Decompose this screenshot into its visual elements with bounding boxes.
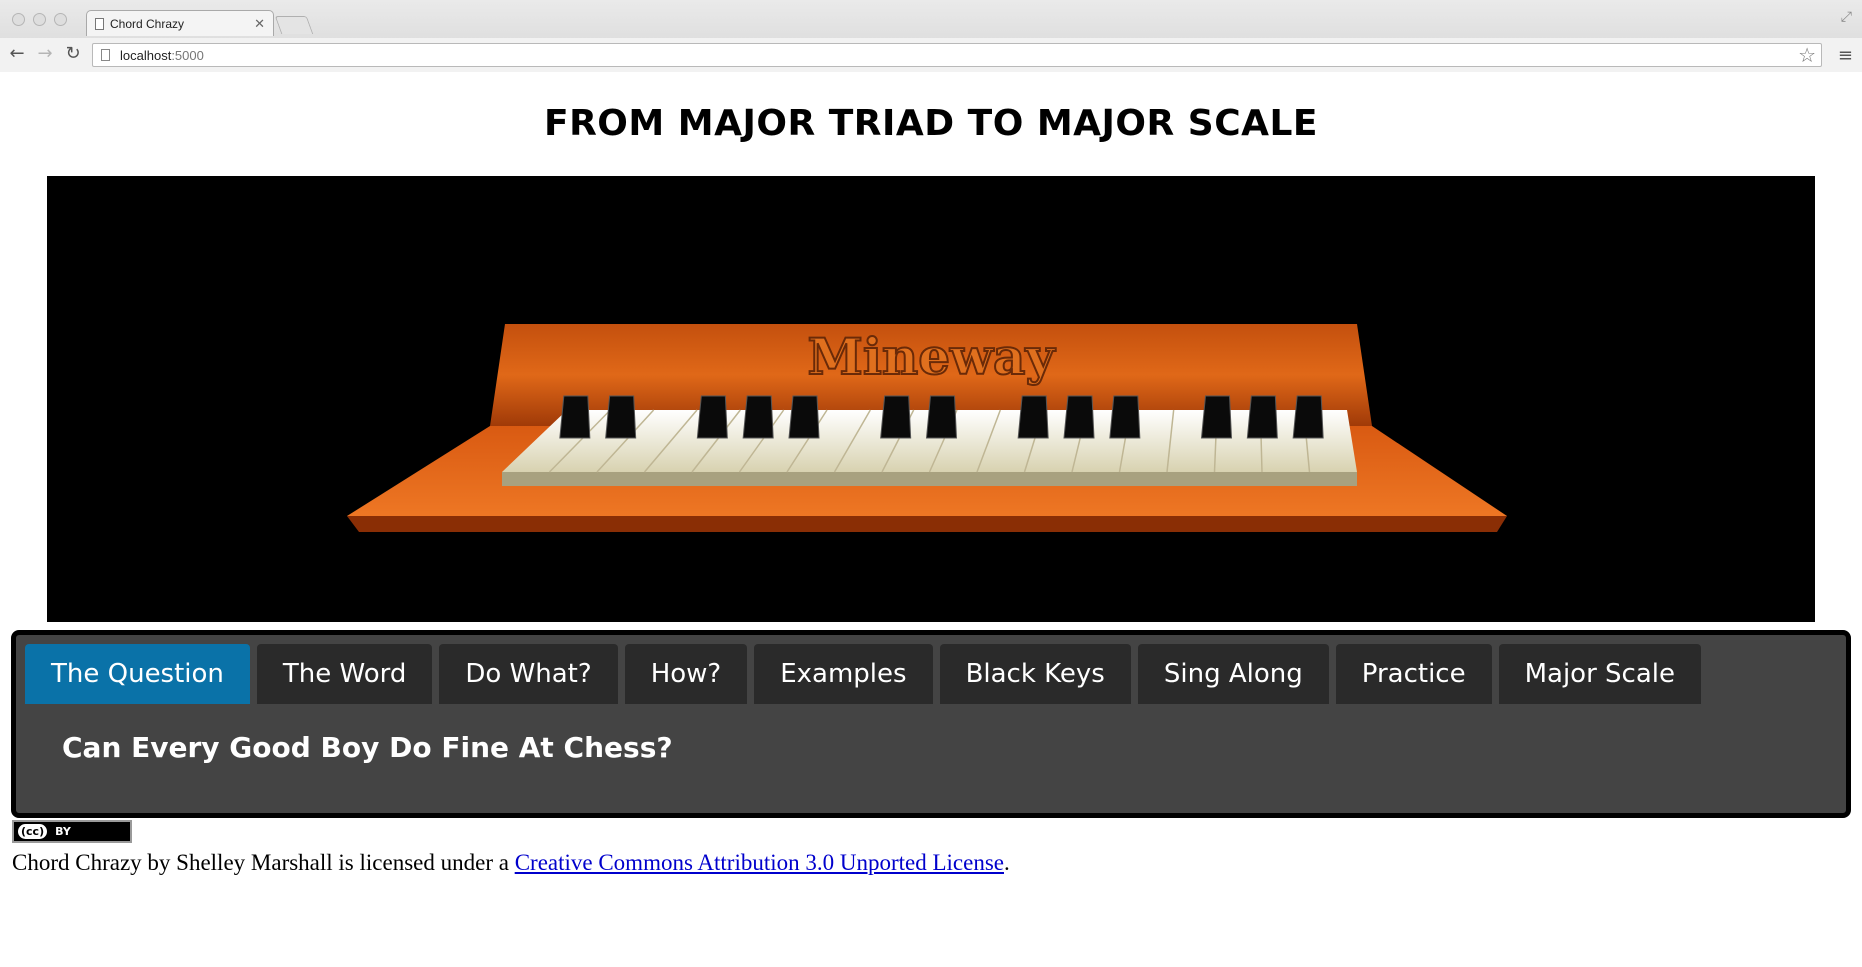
black-key <box>1246 395 1278 439</box>
tab-bar: The Question The Word Do What? How? Exam… <box>25 644 1701 704</box>
tab-examples[interactable]: Examples <box>754 644 933 704</box>
cc-icon: (cc) <box>18 824 48 839</box>
new-tab-button[interactable] <box>274 16 314 34</box>
url-port: :5000 <box>171 47 204 63</box>
tab-black-keys[interactable]: Black Keys <box>939 644 1131 704</box>
black-key <box>788 395 820 439</box>
fullscreen-icon[interactable]: ⤢ <box>1841 9 1852 25</box>
black-key <box>605 395 637 439</box>
tab-how[interactable]: How? <box>624 644 748 704</box>
black-key <box>880 395 912 439</box>
license-suffix: . <box>1004 850 1010 875</box>
black-key <box>559 395 591 439</box>
browser-toolbar: ← → ↻ localhost:5000 ☆ ≡ <box>0 38 1862 72</box>
browser-tab-title: Chord Chrazy <box>110 16 185 31</box>
tabs-panel: The Question The Word Do What? How? Exam… <box>11 630 1851 818</box>
license-prefix: Chord Chrazy by Shelley Marshall is lice… <box>12 850 515 875</box>
tab-the-word[interactable]: The Word <box>256 644 433 704</box>
hero-image: Mineway <box>47 176 1815 622</box>
piano-illustration: Mineway <box>347 324 1507 532</box>
tab-do-what[interactable]: Do What? <box>439 644 618 704</box>
license-text: Chord Chrazy by Shelley Marshall is lice… <box>12 850 1010 876</box>
zoom-window-button[interactable] <box>54 13 67 26</box>
reload-icon[interactable]: ↻ <box>62 44 84 64</box>
license-link[interactable]: Creative Commons Attribution 3.0 Unporte… <box>515 850 1004 875</box>
browser-chrome: Chord Chrazy ✕ ⤢ ← → ↻ localhost:5000 ☆ … <box>0 0 1862 72</box>
cc-license-badge[interactable]: (cc) BY <box>12 820 132 843</box>
browser-tab[interactable]: Chord Chrazy ✕ <box>86 10 274 36</box>
black-key <box>742 395 774 439</box>
black-key <box>696 395 728 439</box>
tab-practice[interactable]: Practice <box>1335 644 1492 704</box>
address-bar[interactable]: localhost:5000 <box>92 43 1822 67</box>
page-icon <box>95 17 104 30</box>
hero-logo-text: Mineway <box>808 327 1057 386</box>
black-key <box>925 395 958 439</box>
forward-icon[interactable]: → <box>34 44 56 64</box>
back-icon[interactable]: ← <box>6 44 28 64</box>
close-icon[interactable]: ✕ <box>254 16 265 32</box>
page-title: FROM MAJOR TRIAD TO MAJOR SCALE <box>543 103 1319 144</box>
black-key <box>1200 395 1233 439</box>
black-key <box>1017 395 1049 439</box>
tab-content-text: Can Every Good Boy Do Fine At Chess? <box>62 731 673 764</box>
tab-major-scale[interactable]: Major Scale <box>1498 644 1701 704</box>
black-key <box>1063 395 1095 439</box>
black-key <box>1109 395 1141 439</box>
star-icon[interactable]: ☆ <box>1798 43 1816 67</box>
page-icon <box>101 49 110 61</box>
url-host: localhost <box>120 47 172 63</box>
close-window-button[interactable] <box>12 13 25 26</box>
tab-sing-along[interactable]: Sing Along <box>1137 644 1329 704</box>
window-controls <box>12 13 67 26</box>
black-key <box>1292 395 1324 439</box>
tab-the-question[interactable]: The Question <box>25 644 250 704</box>
minimize-window-button[interactable] <box>33 13 46 26</box>
menu-icon[interactable]: ≡ <box>1838 45 1853 66</box>
by-icon: BY <box>55 825 71 838</box>
